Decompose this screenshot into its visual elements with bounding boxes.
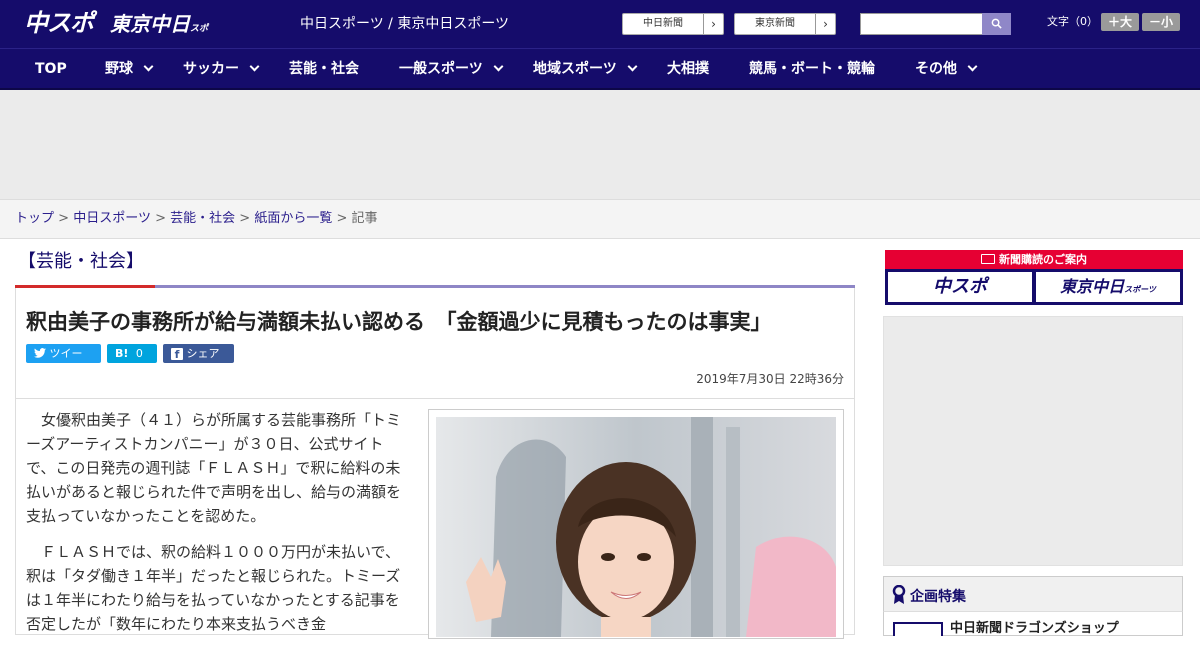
subscribe-tokyo-logo-sub: スポーツ: [1124, 285, 1156, 294]
nav-label: その他: [915, 61, 957, 77]
facebook-icon: f: [171, 348, 183, 361]
breadcrumb-separator: >: [336, 211, 348, 226]
search-button[interactable]: [982, 13, 1011, 35]
article-body: 女優釈由美子（４１）らが所属する芸能事務所「トミーズアーティストカンパニー」が３…: [26, 408, 412, 648]
hatena-count: 0: [135, 347, 143, 360]
newspaper-icon: [981, 254, 995, 264]
nav-label: 大相撲: [667, 61, 709, 77]
breadcrumb-separator: >: [155, 211, 166, 226]
feature-item-dragons-shop[interactable]: 中日新聞ドラゴンズショップ: [950, 620, 1119, 638]
search-input[interactable]: [860, 13, 982, 35]
nav-item-keiba[interactable]: 競馬・ボート・競輪: [749, 49, 875, 89]
facebook-share-count: 0: [171, 366, 178, 379]
shop-icon: [893, 622, 943, 636]
article-date: 2019年7月30日 22時36分: [696, 372, 844, 386]
hatena-icon: B!: [115, 347, 129, 360]
nav-label: TOP: [35, 61, 67, 77]
nav-label: 地域スポーツ: [533, 61, 617, 77]
chevron-right-icon: ›: [703, 14, 723, 34]
nav-item-sumo[interactable]: 大相撲: [667, 49, 709, 89]
breadcrumb-current: 記事: [351, 211, 378, 226]
chusupo-logo[interactable]: 中スポ: [24, 8, 102, 38]
nav-item-general-sports[interactable]: 一般スポーツ: [399, 49, 504, 89]
search-icon: [991, 18, 1002, 29]
breadcrumb-chunichi-sports[interactable]: 中日スポーツ: [73, 211, 151, 226]
breadcrumb-entertainment[interactable]: 芸能・社会: [170, 211, 235, 226]
nav-item-baseball[interactable]: 野球: [105, 49, 154, 89]
nav-item-other[interactable]: その他: [915, 49, 978, 89]
main-nav: TOP 野球 サッカー 芸能・社会 一般スポーツ 地域スポーツ 大相撲 競馬・ボ…: [0, 48, 1200, 90]
nav-item-regional-sports[interactable]: 地域スポーツ: [533, 49, 638, 89]
article-photo[interactable]: [436, 417, 836, 637]
article-paragraph: ＦＬＡＳＨでは、釈の給料１０００万円が未払いで、釈は「タダ働き１年半」だったと報…: [26, 543, 401, 633]
font-size-label: 文字（0）: [1047, 15, 1098, 28]
breadcrumb-separator: >: [58, 211, 70, 226]
twitter-icon: [34, 348, 46, 358]
tweet-button[interactable]: ツイート: [26, 344, 101, 379]
subscribe-tokyo-logo-text: 東京中日: [1060, 277, 1125, 296]
nav-label: 競馬・ボート・競輪: [749, 61, 875, 77]
nav-item-top[interactable]: TOP: [35, 49, 67, 89]
article-divider: [16, 398, 854, 399]
nav-label: 一般スポーツ: [399, 61, 483, 77]
tokyo-logo-text: 東京中日: [110, 12, 190, 36]
nav-label: 芸能・社会: [289, 61, 359, 77]
hatena-bookmark-button[interactable]: B! 0: [107, 344, 157, 363]
tokyo-chunichi-logo[interactable]: 東京中日スポーツ: [110, 10, 210, 67]
subscribe-chusupo-logo[interactable]: 中スポ: [888, 272, 1032, 302]
paper-link-label: 中日新聞: [643, 18, 683, 29]
font-smaller-button[interactable]: －小: [1142, 13, 1180, 31]
subscribe-tokyo-logo[interactable]: 東京中日スポーツ: [1036, 272, 1180, 302]
tokyo-shimbun-link[interactable]: 東京新聞 ›: [734, 13, 836, 35]
nav-label: 野球: [105, 61, 133, 77]
top-ad-area: [0, 90, 1200, 200]
nav-label: サッカー: [183, 61, 239, 77]
breadcrumb-separator: >: [239, 211, 251, 226]
chunichi-shimbun-link[interactable]: 中日新聞 ›: [622, 13, 724, 35]
subscription-title-text: 新聞購読のご案内: [999, 253, 1087, 266]
nav-item-soccer[interactable]: サッカー: [183, 49, 260, 89]
chevron-down-icon: [967, 61, 978, 72]
breadcrumb: トップ > 中日スポーツ > 芸能・社会 > 紙面から一覧 > 記事: [0, 200, 1200, 239]
article-top-border: [15, 285, 855, 288]
sidebar-ad-area: [883, 316, 1183, 566]
chevron-right-icon: ›: [815, 14, 835, 34]
article-category: 【芸能・社会】: [18, 251, 144, 272]
article-photo-image: [436, 417, 836, 637]
breadcrumb-paper-list[interactable]: 紙面から一覧: [254, 211, 332, 226]
article-headline: 釈由美子の事務所が給与満額未払い認める 「金額過少に見積もったのは事実」: [26, 310, 772, 334]
subscription-banner-title: 新聞購読のご案内: [885, 250, 1183, 269]
feature-title: 企画特集: [910, 589, 966, 605]
ribbon-icon: [892, 584, 906, 609]
article-paragraph: 女優釈由美子（４１）らが所属する芸能事務所「トミーズアーティストカンパニー」が３…: [26, 411, 402, 525]
nav-item-entertainment[interactable]: 芸能・社会: [289, 49, 359, 89]
site-title: 中日スポーツ / 東京中日スポーツ: [300, 16, 510, 32]
font-bigger-button[interactable]: ＋大: [1101, 13, 1139, 31]
facebook-share-label: シェア: [186, 347, 220, 360]
chevron-down-icon: [249, 61, 260, 72]
chevron-down-icon: [627, 61, 638, 72]
breadcrumb-top[interactable]: トップ: [15, 211, 54, 226]
article-top-border-accent: [15, 285, 155, 288]
facebook-share-button[interactable]: f シェア 0: [163, 344, 234, 379]
paper-link-label: 東京新聞: [755, 18, 795, 29]
chevron-down-icon: [493, 61, 504, 72]
chevron-down-icon: [143, 61, 154, 72]
